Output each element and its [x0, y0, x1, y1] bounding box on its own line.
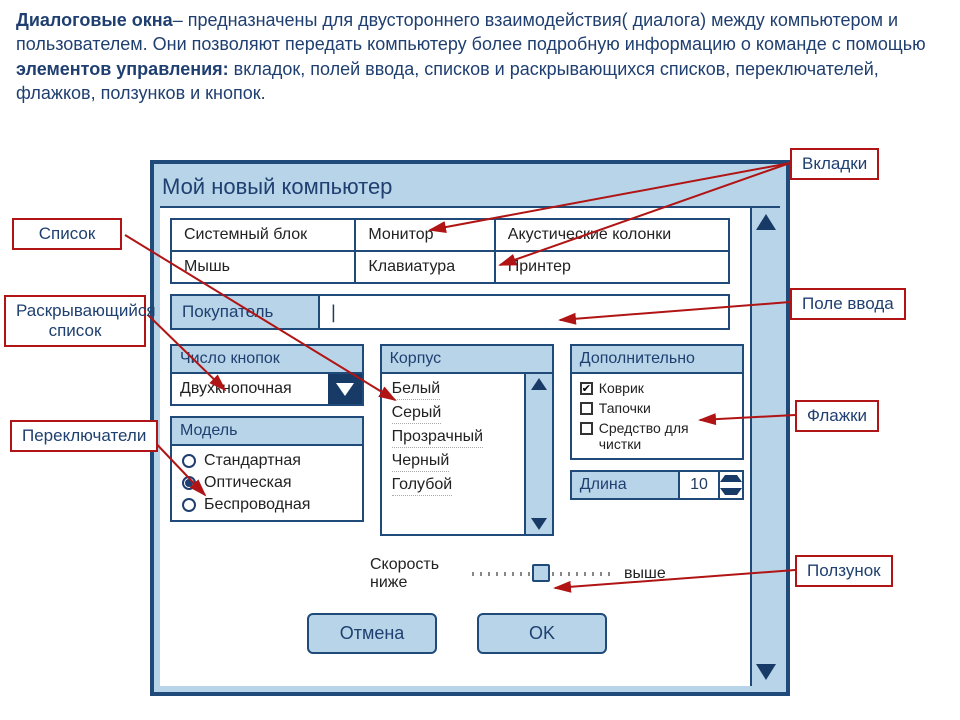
callout-radios: Переключатели	[10, 420, 158, 452]
buyer-input[interactable]: |	[320, 294, 730, 330]
ok-button[interactable]: OK	[477, 613, 607, 654]
buyer-label: Покупатель	[170, 294, 320, 330]
length-spinner[interactable]: Длина 10	[570, 470, 744, 500]
callout-input: Поле ввода	[790, 288, 906, 320]
chevron-down-icon	[328, 374, 362, 404]
buttons-count-panel: Число кнопок Двухкнопочная	[170, 344, 364, 406]
scroll-down-icon	[756, 664, 776, 680]
extras-panel: Дополнительно Коврик Тапочки Средство дл…	[570, 344, 744, 460]
spinner-label: Длина	[570, 470, 680, 500]
spinner-value: 10	[680, 470, 720, 500]
callout-list: Список	[12, 218, 122, 250]
list-item[interactable]: Черный	[392, 452, 450, 472]
checkbox-item[interactable]: Средство для чистки	[580, 420, 734, 452]
buttons-dropdown[interactable]: Двухкнопочная	[172, 374, 362, 404]
list-scrollbar[interactable]	[524, 374, 552, 534]
speed-slider[interactable]	[472, 572, 612, 576]
window-title: Мой новый компьютер	[160, 170, 780, 206]
model-panel: Модель Стандартная Оптическая Беспроводн…	[170, 416, 364, 522]
checkbox-icon	[580, 402, 593, 415]
buyer-row: Покупатель |	[170, 294, 730, 330]
lead-term: Диалоговые окна	[16, 10, 173, 30]
listbox[interactable]: Белый Серый Прозрачный Черный Голубой	[382, 374, 552, 534]
panel-title: Модель	[172, 418, 362, 446]
panel-title: Дополнительно	[572, 346, 742, 374]
radio-group: Стандартная Оптическая Беспроводная	[172, 446, 362, 520]
dialog-window: Мой новый компьютер Системный блок Монит…	[150, 160, 790, 696]
list-item[interactable]: Голубой	[392, 476, 453, 496]
checkbox-item[interactable]: Тапочки	[580, 400, 734, 416]
window-scrollbar[interactable]	[750, 208, 780, 686]
tab[interactable]: Мышь	[171, 251, 355, 283]
callout-tabs: Вкладки	[790, 148, 879, 180]
checkbox-item[interactable]: Коврик	[580, 380, 734, 396]
scroll-up-icon	[756, 214, 776, 230]
speed-slider-row: Скоростьниже выше	[170, 556, 744, 591]
list-item[interactable]: Прозрачный	[392, 428, 484, 448]
callout-slider: Ползунок	[795, 555, 893, 587]
slider-high-label: выше	[624, 565, 666, 583]
tab[interactable]: Системный блок	[171, 219, 355, 251]
tab[interactable]: Монитор	[355, 219, 494, 251]
checkbox-icon	[580, 422, 593, 435]
panel-title: Число кнопок	[172, 346, 362, 374]
spinner-buttons[interactable]	[720, 470, 744, 500]
tabs-area: Системный блок Монитор Акустические коло…	[170, 218, 730, 284]
tab[interactable]: Клавиатура	[355, 251, 494, 283]
list-item[interactable]: Серый	[392, 404, 442, 424]
radio-option[interactable]: Беспроводная	[182, 496, 352, 514]
radio-option[interactable]: Стандартная	[182, 452, 352, 470]
checkbox-icon	[580, 382, 593, 395]
tab[interactable]: Акустические колонки	[495, 219, 729, 251]
callout-dropdown: Раскрывающийся список	[4, 295, 146, 347]
radio-option[interactable]: Оптическая	[182, 474, 352, 492]
slider-thumb[interactable]	[532, 564, 550, 582]
panel-title: Корпус	[382, 346, 552, 374]
tab[interactable]: Принтер	[495, 251, 729, 283]
cancel-button[interactable]: Отмена	[307, 613, 437, 654]
intro-paragraph: Диалоговые окна– предназначены для двуст…	[0, 0, 960, 109]
callout-checks: Флажки	[795, 400, 879, 432]
body-panel: Корпус Белый Серый Прозрачный Черный Гол…	[380, 344, 554, 536]
list-item[interactable]: Белый	[392, 380, 441, 400]
